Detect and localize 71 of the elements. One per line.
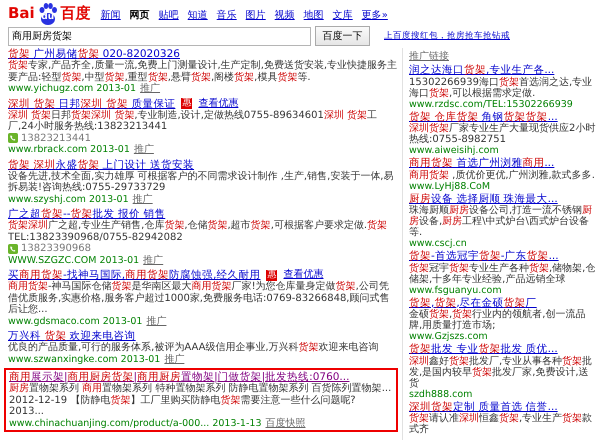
ad-title[interactable]: 货架批发 专业货架批发 质优...: [409, 344, 598, 356]
result-tag-link[interactable]: 推广: [132, 194, 153, 205]
logo-text: Bai: [8, 4, 35, 22]
result-title[interactable]: 万兴科 货架 欢迎来电咨询: [8, 330, 136, 342]
result-tag-link[interactable]: 百度快照: [266, 418, 306, 429]
result-tag-link[interactable]: 推广: [146, 316, 166, 327]
ad-url: www.rzdsc.com/TEL:15302266939: [409, 98, 574, 110]
ad-url: www.Gzjszs.com: [409, 331, 489, 342]
ad-title[interactable]: 货架,货架,尽在金硕货架厂: [409, 298, 598, 309]
result-snippet: 货架深圳广之超,专业生产销售,仓库货架,仓储货架,超市货架,可根据客户要求定做.货架TEL:13823390968/0755-82942082: [8, 220, 388, 243]
nav-tab[interactable]: 视频: [274, 8, 295, 22]
nav-tab[interactable]: 文库: [332, 8, 353, 22]
result-snippet: 优良的产品质量,可行的服务体系,被评为AAA级信用企事业,万兴科货架欢迎来电咨询: [8, 342, 380, 354]
ad-title[interactable]: 货架-首选冠宇货架-广东货架...: [409, 251, 598, 262]
sponsored-heading[interactable]: 推广链接: [409, 49, 598, 63]
result-snippet: 商用货架-神马国际仓储货架是华南区最大商用货架厂家!为您仓库量身定做货架,公司凭借优质服务,实惠价格,服务客户超过1000家,免费服务电话:0769-83266848,顾问式售后让您...: [8, 281, 390, 316]
result-url: www.szyshj.com 2013-01: [8, 194, 129, 205]
ad-title[interactable]: 深圳货架定制 质量首选 信誉...: [409, 402, 598, 413]
nav-tab[interactable]: 新闻: [100, 8, 121, 22]
ad-snippet: 货架冠宇货架专业生产各种货架,储物架,仓储架,十多年专业经验,产品远销全球: [409, 262, 596, 284]
result-url: www.gdsmaco.com 2013-01: [8, 316, 142, 327]
ad-snippet: 商用货架 ,质优价更优,广州浏雅,款式多多.: [409, 170, 596, 180]
offer-link[interactable]: 查看优惠: [283, 269, 324, 281]
phone-icon: [8, 244, 18, 254]
ad-url: www.aiweisihj.com: [409, 145, 500, 156]
result-url: www.chinachuanjing.com/product/a-000... 2013-1-13: [9, 418, 262, 429]
ad-snippet: 货架请认准深圳恒鑫货架,专业生产货架款式齐: [409, 413, 594, 435]
result-url: www.yichugz.com 2013-01: [8, 83, 136, 94]
ad-title[interactable]: 厨房设备 选择厨顺 珠海最大...: [409, 194, 598, 205]
result-tag-link[interactable]: 推广: [143, 254, 164, 266]
promo-link[interactable]: 上百度搜红包，抢房抢车抢钻戒: [384, 30, 510, 42]
result-url: www.rbrack.com 2013-01: [8, 144, 130, 156]
nav-tab[interactable]: 图片: [246, 8, 266, 22]
ad-title[interactable]: 货架 仓库货架 角钢货架货架...: [409, 112, 598, 123]
nav-tab[interactable]: 音乐: [216, 8, 237, 22]
result-snippet: 设备先进,技术全面,实力雄厚 可根据客户的不同需求设计制作 ,生产,销售,安装于一体,易拆易装!咨询热线:0755-29733729: [8, 170, 394, 194]
ad-snippet: 深圳货架厂家专业生产大量现货供应2小时热线:0755-8982751: [409, 123, 596, 145]
ad-snippet: 金硕货架,货架行业内的领航者,创一流品牌,用质量打造市场;: [409, 309, 586, 331]
result-tag-link[interactable]: 推广: [140, 83, 160, 94]
nav-tab[interactable]: 知道: [188, 8, 208, 22]
ad-url: www.cscj.cn: [409, 238, 468, 249]
ad-url: www.fsguanyu.com: [409, 284, 503, 296]
nav-tab[interactable]: 网页: [130, 8, 150, 22]
discount-badge: 惠: [181, 98, 192, 109]
result-title[interactable]: 货架 广州易储货架 020-82020326: [8, 48, 180, 60]
result-snippet: 厨房置物架系列 商用置物架系列 特种置物架系列 防静电置物架系列 百货陈列置物架... 2012-12-19 【防静电货架】工厂里购买防静电货架需要注意一些什么问题呢? 2013...: [9, 383, 392, 418]
ad-snippet: 深圳鑫好货架批发厂,专业从事各种货架批发,是国内较早货架批发厂家,免费设计,送货: [409, 356, 594, 388]
ad-snippet: 珠海厨顺厨房设备公司,打造一流不锈钢厨房设备,厨房工程\中式炉台\西式炉台设备等.: [409, 205, 594, 238]
discount-badge: 惠: [266, 270, 278, 280]
phone-icon: [8, 133, 18, 144]
logo-text: 百度: [60, 4, 91, 22]
result-snippet: 货架专家,产品齐全,质量一流,免费上门测量设计,生产定制,免费送货安装,专业快捷服务主要产品:轻型货架,中型货架,重型货架,悬臂货架,阁楼货架,模具货架等.: [8, 60, 398, 82]
nav-tab[interactable]: 贴吧: [158, 8, 179, 22]
result-title[interactable]: 深圳 货架 日邦深圳 货架 质量保证: [8, 98, 176, 110]
result-title[interactable]: 买商用货架-找神马国际,商用货架防腐蚀强,经久耐用: [8, 269, 260, 281]
ad-snippet: 15302266939海口货架首选润之达,专业海口货架,可以根据需求定做.: [409, 76, 594, 98]
ad-url: szdh888.com: [409, 388, 474, 400]
result-tag-link[interactable]: 推广: [164, 354, 184, 365]
result-url: WWW.SZGZC.COM 2013-01: [8, 254, 140, 266]
ad-url: www.LyHj88.CoM: [409, 180, 492, 192]
offer-link[interactable]: 查看优惠: [198, 98, 238, 110]
search-field[interactable]: 商用厨房货架: [8, 26, 311, 46]
phone-number: 13823390968: [21, 243, 91, 254]
result-tag-link[interactable]: 推广: [134, 144, 154, 156]
phone-number: 13823213441: [21, 132, 91, 144]
result-url: www.szwanxingke.com 2013-01: [8, 354, 160, 365]
nav-tab[interactable]: 地图: [304, 8, 324, 22]
result-snippet: 深圳 货架日邦货架深圳 货架,专业制造,设计,定做热线0755-89634601深圳 货架工厂,24小时服务热线:13823213441: [8, 110, 378, 132]
nav-tab[interactable]: 更多»: [362, 8, 388, 22]
ad-title[interactable]: 商用货架 首选广州浏雅商用...: [409, 158, 598, 170]
search-button[interactable]: 百度一下: [315, 26, 370, 46]
